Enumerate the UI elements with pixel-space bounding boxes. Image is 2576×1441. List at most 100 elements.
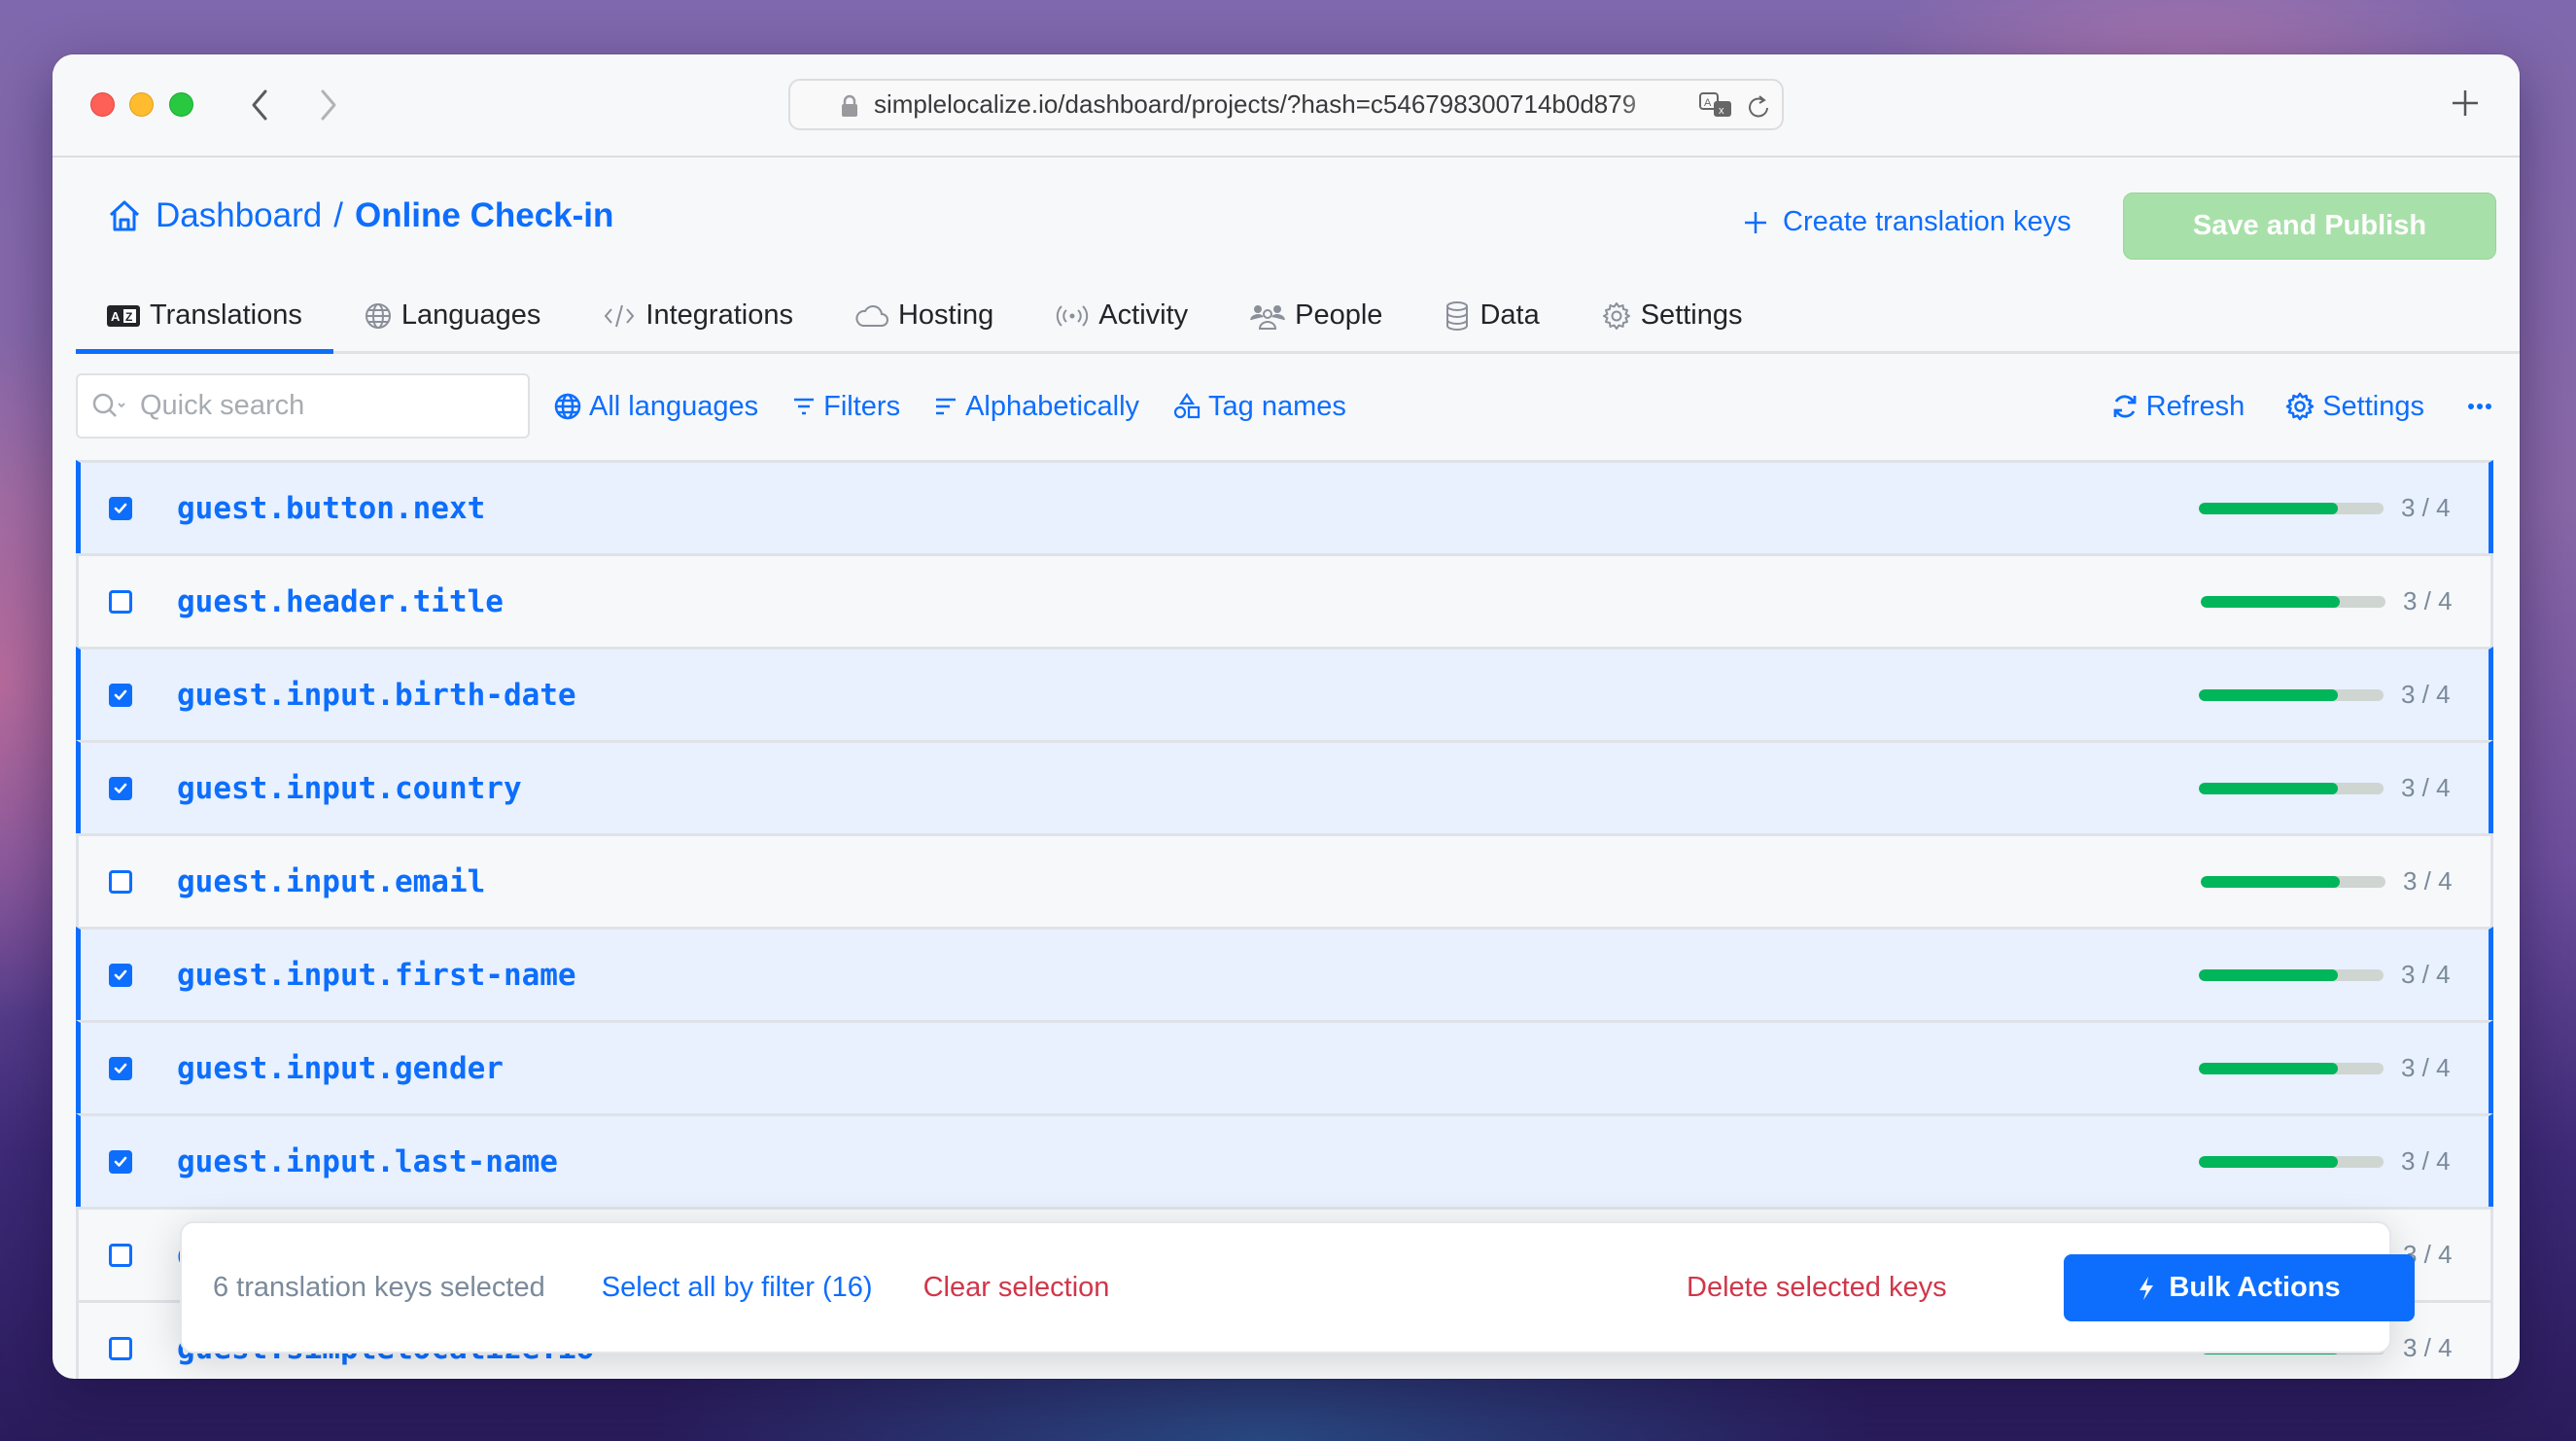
sort-button[interactable]: Alphabetically — [934, 391, 1139, 423]
back-button[interactable] — [240, 84, 279, 126]
tab-translations[interactable]: AZ Translations — [76, 280, 333, 354]
translation-key-row[interactable]: guest.input.first-name 3 / 4 — [76, 927, 2493, 1020]
refresh-button[interactable]: Refresh — [2111, 391, 2245, 423]
progress-fill — [2199, 1062, 2338, 1074]
checkbox-checked[interactable] — [109, 776, 132, 800]
checkbox-checked[interactable] — [109, 496, 132, 520]
globe-icon — [365, 302, 392, 330]
chevron-left-icon — [252, 89, 267, 121]
checkbox-checked[interactable] — [109, 1149, 132, 1174]
lock-icon — [842, 94, 857, 117]
progress-fill — [2201, 595, 2340, 608]
row-checkbox[interactable] — [109, 1336, 132, 1360]
list-settings-button[interactable]: Settings — [2285, 391, 2424, 423]
code-icon — [603, 302, 636, 330]
checkbox-unchecked[interactable] — [109, 869, 132, 894]
quick-search-input[interactable] — [140, 390, 490, 422]
check-icon — [114, 783, 127, 793]
progress-bar — [2201, 875, 2385, 888]
translation-key-name[interactable]: guest.input.email — [177, 864, 485, 899]
sort-icon — [934, 395, 957, 418]
checkbox-checked[interactable] — [109, 1056, 132, 1080]
search-icon — [92, 393, 125, 417]
translation-key-row[interactable]: guest.input.birth-date 3 / 4 — [76, 647, 2493, 740]
row-checkbox[interactable] — [109, 1056, 132, 1080]
translation-key-row[interactable]: guest.input.country 3 / 4 — [76, 740, 2493, 833]
clear-selection-link[interactable]: Clear selection — [923, 1272, 1110, 1304]
translation-toolbar: All languages Filters Alphabetically Tag… — [554, 385, 1380, 428]
filters-label: Filters — [823, 390, 901, 422]
translation-key-row[interactable]: guest.input.gender 3 / 4 — [76, 1020, 2493, 1113]
tab-label: Integrations — [645, 299, 793, 331]
tab-hosting[interactable]: Hosting — [824, 280, 1025, 351]
translation-key-name[interactable]: guest.input.birth-date — [177, 678, 576, 713]
more-options-button[interactable] — [2467, 403, 2492, 410]
check-icon — [114, 969, 127, 980]
new-tab-button[interactable] — [2446, 84, 2485, 123]
create-translation-keys-button[interactable]: Create translation keys — [1744, 206, 2071, 238]
translation-progress: 3 / 4 — [2201, 556, 2457, 647]
quick-search-field[interactable] — [76, 373, 530, 439]
svg-text:Z: Z — [125, 310, 132, 324]
row-checkbox[interactable] — [109, 496, 132, 520]
row-checkbox[interactable] — [109, 1243, 132, 1267]
progress-text: 3 / 4 — [2401, 680, 2451, 709]
broadcast-icon — [1056, 303, 1089, 329]
progress-text: 3 / 4 — [2403, 586, 2453, 615]
minimize-window-button[interactable] — [129, 92, 154, 117]
progress-fill — [2199, 688, 2338, 701]
delete-selected-keys-link[interactable]: Delete selected keys — [1687, 1272, 1947, 1304]
tab-languages[interactable]: Languages — [333, 280, 573, 351]
breadcrumb-dashboard-link[interactable]: Dashboard — [156, 196, 322, 235]
tab-label: Languages — [400, 299, 541, 331]
address-bar[interactable]: simplelocalize.io/dashboard/projects/?ha… — [788, 79, 1784, 130]
row-checkbox[interactable] — [109, 589, 132, 614]
tag-names-button[interactable]: Tag names — [1173, 391, 1346, 423]
tab-activity[interactable]: Activity — [1025, 280, 1219, 351]
row-checkbox[interactable] — [109, 869, 132, 894]
translation-key-name[interactable]: guest.input.country — [177, 771, 522, 806]
translation-key-row[interactable]: guest.button.next 3 / 4 — [76, 460, 2493, 553]
progress-fill — [2199, 1155, 2338, 1168]
save-and-publish-button[interactable]: Save and Publish — [2123, 193, 2496, 260]
row-checkbox[interactable] — [109, 1149, 132, 1174]
forward-button[interactable] — [309, 84, 348, 126]
select-all-by-filter-link[interactable]: Select all by filter (16) — [602, 1272, 873, 1304]
checkbox-checked[interactable] — [109, 963, 132, 987]
filter-icon — [792, 395, 816, 418]
filters-button[interactable]: Filters — [792, 391, 900, 423]
translate-icon[interactable]: Ax — [1698, 91, 1735, 121]
breadcrumb-current-project[interactable]: Online Check-in — [355, 196, 613, 235]
checkbox-unchecked[interactable] — [109, 1336, 132, 1360]
all-languages-button[interactable]: All languages — [554, 391, 758, 423]
checkbox-unchecked[interactable] — [109, 589, 132, 614]
bulk-actions-button[interactable]: Bulk Actions — [2064, 1254, 2415, 1321]
translation-key-name[interactable]: guest.input.gender — [177, 1051, 504, 1086]
tab-settings[interactable]: Settings — [1571, 280, 1774, 351]
row-checkbox[interactable] — [109, 963, 132, 987]
reload-icon[interactable] — [1747, 93, 1770, 121]
home-icon[interactable] — [107, 199, 142, 232]
row-checkbox[interactable] — [109, 683, 132, 707]
checkbox-checked[interactable] — [109, 683, 132, 707]
maximize-window-button[interactable] — [169, 92, 193, 117]
translation-key-row[interactable]: guest.input.last-name 3 / 4 — [76, 1113, 2493, 1207]
url-text: simplelocalize.io/dashboard/projects/?ha… — [874, 89, 1637, 119]
translation-key-name[interactable]: guest.input.first-name — [177, 958, 576, 993]
tab-integrations[interactable]: Integrations — [572, 280, 824, 351]
progress-bar — [2199, 1062, 2384, 1074]
svg-text:A: A — [1704, 97, 1712, 109]
plus-icon — [2453, 90, 2478, 116]
translation-key-name[interactable]: guest.input.last-name — [177, 1144, 558, 1179]
row-checkbox[interactable] — [109, 776, 132, 800]
tab-people[interactable]: People — [1219, 280, 1413, 351]
translation-key-row[interactable]: guest.header.title 3 / 4 — [76, 553, 2493, 647]
close-window-button[interactable] — [90, 92, 115, 117]
progress-bar — [2199, 782, 2384, 794]
translation-key-name[interactable]: guest.button.next — [177, 491, 485, 526]
tab-data[interactable]: Data — [1413, 280, 1570, 351]
checkbox-unchecked[interactable] — [109, 1243, 132, 1267]
translation-key-name[interactable]: guest.header.title — [177, 584, 504, 619]
bulk-selection-panel: 6 translation keys selected Select all b… — [180, 1221, 2415, 1353]
translation-key-row[interactable]: guest.input.email 3 / 4 — [76, 833, 2493, 927]
